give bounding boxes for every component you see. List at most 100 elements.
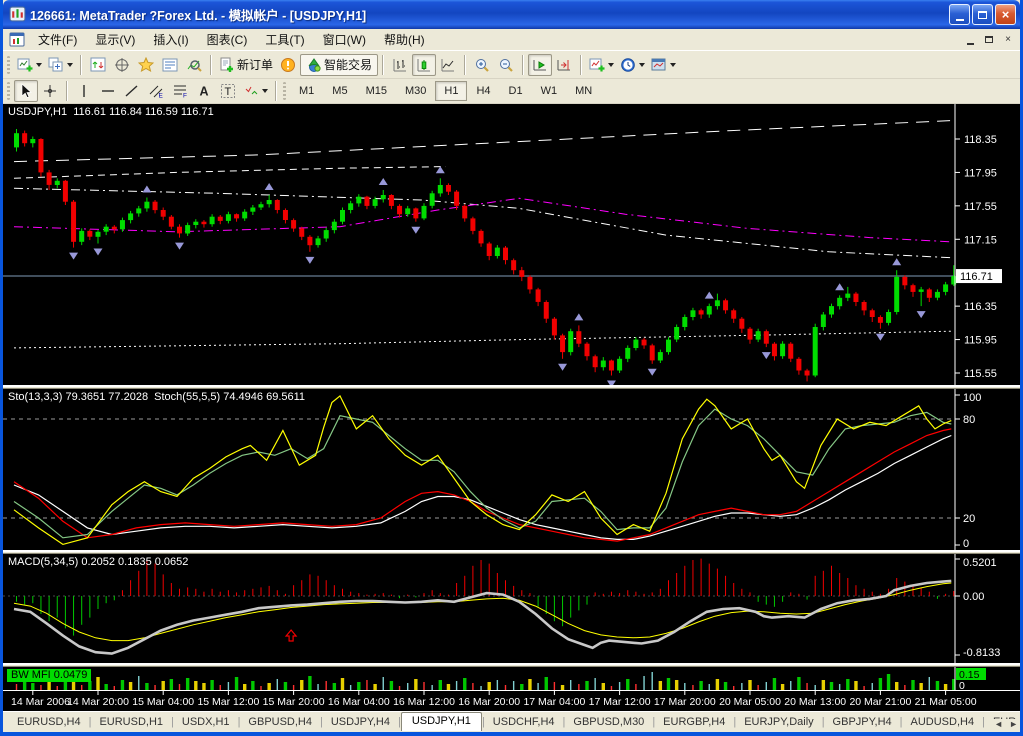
timeframe-h1-button[interactable]: H1: [435, 81, 467, 101]
zoom-in-button[interactable]: [470, 54, 494, 76]
candlestick-chart[interactable]: 118.35117.95117.55117.15116.35115.95115.…: [3, 104, 1020, 386]
shapes-button[interactable]: [240, 80, 271, 102]
data-window-button[interactable]: [110, 54, 134, 76]
chart-shift-button[interactable]: [552, 54, 576, 76]
tester-button[interactable]: [182, 54, 206, 76]
vline-button[interactable]: [72, 80, 96, 102]
chart-line-icon: [440, 57, 456, 73]
tabs-scroll-left-icon[interactable]: ◄: [994, 719, 1003, 729]
profiles-button[interactable]: [45, 54, 76, 76]
expert-advisors-button[interactable]: 智能交易: [300, 54, 378, 76]
title-bar[interactable]: 126661: MetaTrader ?Forex Ltd. - 模拟帐户 - …: [3, 0, 1020, 29]
shapes-icon: [243, 83, 259, 99]
indicators-button[interactable]: [586, 54, 617, 76]
navigator-button[interactable]: [134, 54, 158, 76]
timeframe-h4-button[interactable]: H4: [467, 81, 499, 101]
chart-tab-usdjpyh1[interactable]: USDJPY,H1: [401, 712, 482, 731]
chart-tab-usdjpyh4[interactable]: USDJPY,H4: [323, 714, 398, 731]
crosshair-button[interactable]: [38, 80, 62, 102]
menu-item-charts[interactable]: 图表(C): [198, 29, 257, 50]
chart-tab-eurjpydaily[interactable]: EURJPY,Daily: [736, 714, 822, 731]
time-axis-scale[interactable]: 14 Mar 200614 Mar 20:0015 Mar 04:0015 Ma…: [3, 691, 1020, 711]
periods-button[interactable]: [617, 54, 648, 76]
child-minimize-button[interactable]: [961, 32, 979, 47]
alert-button[interactable]: [276, 54, 300, 76]
menu-item-file[interactable]: 文件(F): [29, 29, 86, 50]
toolbar-grip[interactable]: [7, 82, 10, 100]
chart-line-button[interactable]: [436, 54, 460, 76]
menu-item-insert[interactable]: 插入(I): [144, 29, 197, 50]
main-chart-panel[interactable]: 118.35117.95117.55117.15116.35115.95115.…: [3, 104, 1020, 386]
child-close-button[interactable]: ×: [999, 32, 1017, 47]
svg-text:0: 0: [963, 538, 969, 550]
chart-area: 118.35117.95117.55117.15116.35115.95115.…: [3, 104, 1020, 711]
stochastic-panel[interactable]: 10080200 Sto(13,3,3) 79.3651 77.2028 Sto…: [3, 389, 1020, 551]
trendline-button[interactable]: [120, 80, 144, 102]
timeframe-mn-button[interactable]: MN: [566, 81, 601, 101]
svg-text:116.71: 116.71: [960, 271, 993, 283]
child-restore-button[interactable]: [980, 32, 998, 47]
svg-text:14 Mar 2006: 14 Mar 2006: [11, 696, 70, 708]
child-restore-icon: [985, 36, 993, 43]
close-button[interactable]: ×: [995, 4, 1016, 25]
terminal-button[interactable]: [158, 54, 182, 76]
timeframe-m30-button[interactable]: M30: [396, 81, 435, 101]
templates-button[interactable]: [648, 54, 679, 76]
trendline-icon: [124, 83, 140, 99]
vline-icon: [76, 83, 92, 99]
auto-scroll-button[interactable]: [528, 54, 552, 76]
chart-tab-gbpjpyh4[interactable]: GBPJPY,H4: [825, 714, 900, 731]
dropdown-arrow-icon: [262, 89, 268, 93]
macd-chart[interactable]: 0.52010.00-0.8133: [3, 554, 1020, 664]
fibo-button[interactable]: F: [168, 80, 192, 102]
svg-text:80: 80: [963, 414, 975, 426]
minimize-icon: [956, 13, 964, 21]
minimize-button[interactable]: [949, 4, 970, 25]
market-watch-button[interactable]: [86, 54, 110, 76]
restore-button[interactable]: [972, 4, 993, 25]
chart-bars-button[interactable]: [388, 54, 412, 76]
menu-item-help[interactable]: 帮助(H): [375, 29, 434, 50]
svg-text:117.55: 117.55: [964, 201, 997, 213]
macd-panel[interactable]: 0.52010.00-0.8133 MACD(5,34,5) 0.2052 0.…: [3, 554, 1020, 664]
svg-text:F: F: [183, 93, 187, 100]
svg-text:117.95: 117.95: [964, 167, 997, 179]
bw-mfi-panel[interactable]: 0.150 BW MFI 0.0479: [3, 667, 1020, 691]
toolbar-separator: [275, 81, 277, 101]
channel-button[interactable]: E: [144, 80, 168, 102]
new-order-button[interactable]: 新订单: [216, 54, 276, 76]
timeframe-m15-button[interactable]: M15: [357, 81, 396, 101]
cursor-button[interactable]: [14, 80, 38, 102]
timeframe-m1-button[interactable]: M1: [290, 81, 323, 101]
chart-tab-eurusdh4[interactable]: EURUSD,H4: [9, 714, 89, 731]
chart-tab-usdxh1[interactable]: USDX,H1: [174, 714, 238, 731]
svg-text:A: A: [200, 85, 209, 99]
chart-tab-eurusdh1[interactable]: EURUSD,H1: [91, 714, 171, 731]
data-window-icon: [114, 57, 130, 73]
svg-text:20 Mar 13:00: 20 Mar 13:00: [784, 696, 846, 708]
textlabel-button[interactable]: T: [216, 80, 240, 102]
menu-item-view[interactable]: 显示(V): [86, 29, 144, 50]
timeframe-w1-button[interactable]: W1: [532, 81, 567, 101]
chart-tab-usdchfh4[interactable]: USDCHF,H4: [485, 714, 563, 731]
timeframe-m5-button[interactable]: M5: [323, 81, 356, 101]
chart-tab-eurgbph4[interactable]: EURGBP,H4: [655, 714, 733, 731]
bw-mfi-chart[interactable]: 0.150: [3, 667, 1020, 691]
timeframe-d1-button[interactable]: D1: [500, 81, 532, 101]
text-button[interactable]: A: [192, 80, 216, 102]
toolbar-grip[interactable]: [7, 56, 10, 74]
chart-window-icon: [9, 32, 25, 48]
zoom-out-button[interactable]: [494, 54, 518, 76]
tabs-scroll-right-icon[interactable]: ►: [1009, 719, 1018, 729]
chart-tab-gbpusdm30[interactable]: GBPUSD,M30: [565, 714, 652, 731]
toolbar-grip[interactable]: [283, 82, 286, 100]
stochastic-chart[interactable]: 10080200: [3, 389, 1020, 551]
hline-button[interactable]: [96, 80, 120, 102]
toolbar-separator: [580, 55, 582, 75]
chart-tab-audusdh4[interactable]: AUDUSD,H4: [903, 714, 983, 731]
chart-candles-button[interactable]: [412, 54, 436, 76]
new-chart-button[interactable]: [14, 54, 45, 76]
chart-tab-gbpusdh4[interactable]: GBPUSD,H4: [240, 714, 320, 731]
menu-item-window[interactable]: 窗口(W): [314, 29, 375, 50]
menu-item-tools[interactable]: 工具(T): [256, 29, 313, 50]
